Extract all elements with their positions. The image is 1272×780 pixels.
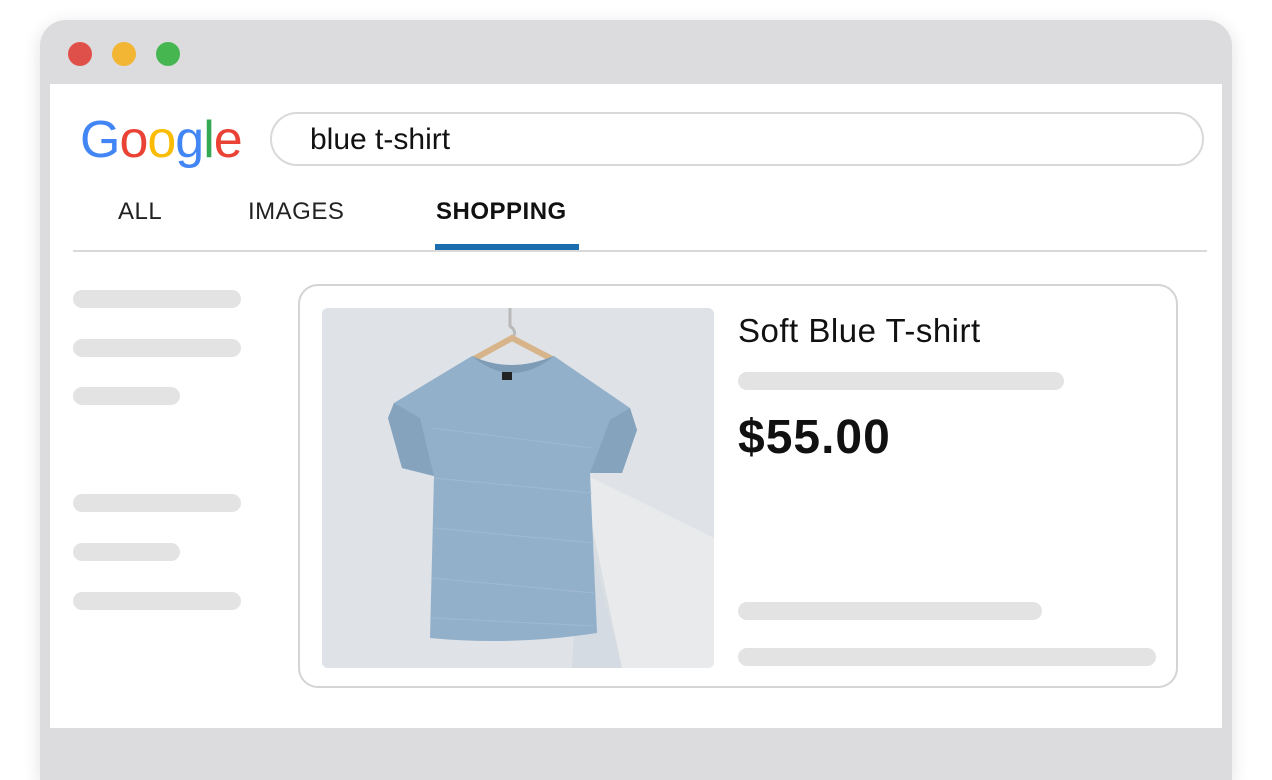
product-detail-placeholder-line	[738, 602, 1042, 620]
logo-letter: G	[80, 111, 120, 169]
sidebar-placeholder-line	[73, 290, 241, 308]
browser-window: Google ALL IMAGES SHOPPING	[40, 20, 1232, 780]
tab-shopping[interactable]: SHOPPING	[436, 198, 567, 226]
logo-letter: o	[119, 111, 148, 169]
search-box[interactable]	[270, 112, 1204, 166]
window-titlebar	[40, 20, 1232, 84]
close-window-button[interactable]	[68, 42, 92, 66]
product-detail-placeholder-line	[738, 372, 1064, 390]
t-shirt-icon	[322, 308, 714, 668]
sidebar-placeholder-line	[73, 494, 241, 512]
product-detail-placeholder-line	[738, 648, 1156, 666]
active-tab-indicator	[435, 244, 579, 250]
product-title[interactable]: Soft Blue T-shirt	[738, 312, 981, 350]
sidebar-placeholder-line	[73, 339, 241, 357]
tab-images[interactable]: IMAGES	[248, 198, 344, 226]
tab-all[interactable]: ALL	[118, 198, 162, 226]
maximize-window-button[interactable]	[156, 42, 180, 66]
sidebar-placeholder-line	[73, 543, 180, 561]
page-content: Google ALL IMAGES SHOPPING	[50, 84, 1222, 728]
minimize-window-button[interactable]	[112, 42, 136, 66]
logo-letter: o	[147, 111, 176, 169]
product-card[interactable]: Soft Blue T-shirt $55.00	[298, 284, 1178, 688]
search-input[interactable]	[310, 122, 1170, 158]
search-tabs: ALL IMAGES SHOPPING	[73, 188, 1207, 252]
product-image[interactable]	[322, 308, 714, 668]
sidebar-placeholder-line	[73, 387, 180, 405]
google-logo[interactable]: Google	[80, 110, 243, 170]
sidebar-placeholder-line	[73, 592, 241, 610]
logo-letter: e	[213, 111, 243, 169]
logo-letter: l	[203, 111, 215, 169]
logo-letter: g	[175, 111, 204, 169]
product-price: $55.00	[738, 411, 891, 464]
